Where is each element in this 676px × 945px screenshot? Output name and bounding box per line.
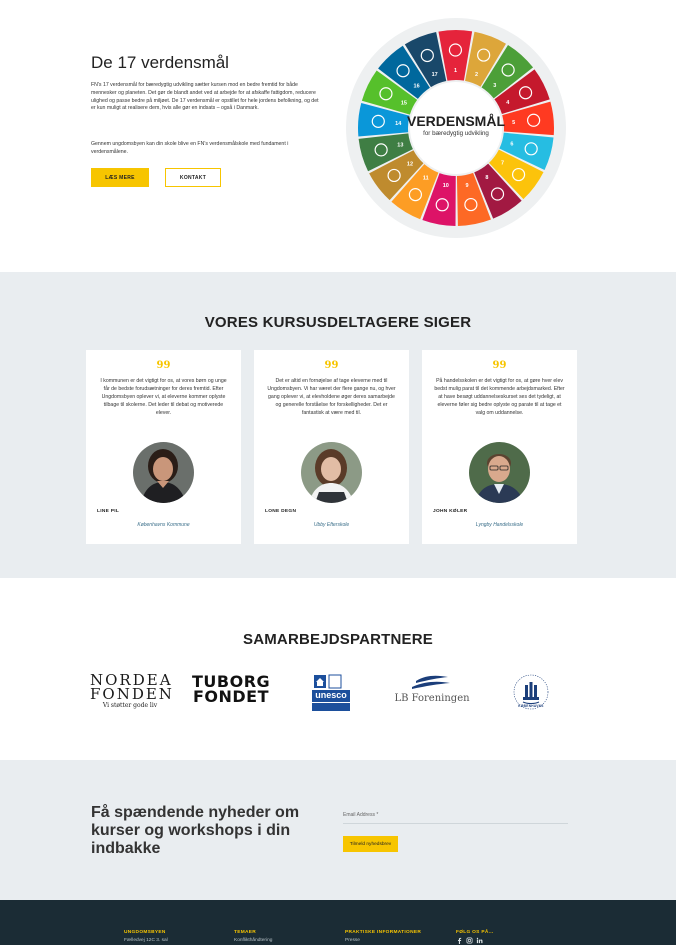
testimonial-org: Lyngby Handelsskole [475,522,524,528]
tuborg-line-2: FONDET [192,687,270,706]
hero-paragraph-1: FN's 17 verdensmål for bæredygtig udvikl… [91,82,319,112]
avatar [133,442,194,503]
partners-section: SAMARBEJDSPARTNERE NORDEA FONDEN Vi støt… [0,578,676,760]
sdg-number-16: 16 [414,83,420,89]
sdg-number-9: 9 [466,183,469,189]
unesco-text: unesco [315,690,347,700]
sdg-number-13: 13 [397,142,403,148]
footer-link-konflikthaandtering[interactable]: Konflikthåndtering [234,938,272,943]
lb-foreningen-logo[interactable]: LB Foreningen [392,675,472,709]
avatar [301,442,362,503]
testimonial-name: LINE PIL [97,509,120,514]
wheel-title: VERDENSMÅL [407,113,505,129]
kbh-text: KØBENHAVNS [518,704,544,708]
sdg-number-5: 5 [512,120,515,126]
sdg-number-3: 3 [493,83,496,89]
unesco-logo[interactable]: unesco [311,673,351,713]
sdg-number-8: 8 [485,175,488,181]
sdg-number-1: 1 [454,68,457,74]
quote-icon: 99 [324,360,339,371]
sdg-number-10: 10 [443,183,449,189]
sdg-number-7: 7 [501,161,504,167]
footer-heading-praktiske: PRAKTISKE INFORMATIONER [345,930,422,935]
email-field[interactable] [343,823,568,824]
sdg-number-2: 2 [475,72,478,78]
testimonial-name: LONE DEGN [265,509,297,514]
testimonial-org: Københavns Kommune [137,522,190,528]
newsletter-section: Få spændende nyheder om kurser og worksh… [0,760,676,900]
testimonial-card: 99 På handelsskolen er det vigtigt for o… [422,350,577,544]
partners-title: SAMARBEJDSPARTNERE [242,631,433,648]
testimonials-title: VORES KURSUSDELTAGERE SIGER [204,314,472,331]
footer-heading-ungdomsbyen: UNGDOMSBYEN [124,930,166,935]
footer-heading-follow: FØLG OS PÅ... [456,930,494,935]
kbh-logo[interactable]: KØBENHAVNS [512,673,550,711]
sdg-number-17: 17 [432,72,438,78]
email-label: Email Address * [343,812,379,818]
testimonial-text: I kommunen er det vigtigt for os, at vor… [100,378,227,417]
tuborg-fondet-logo[interactable]: TUBORG FONDET [192,674,270,706]
testimonial-text: Det er altid en fornøjelse af tage eleve… [267,378,396,417]
read-more-button[interactable]: LÆS MERE [91,168,149,187]
testimonial-name: JOHN KØLER [433,509,468,514]
sdg-number-11: 11 [423,176,429,182]
testimonials-section: VORES KURSUSDELTAGERE SIGER 99 I kommune… [0,272,676,578]
avatar [469,442,530,503]
testimonial-org: Ubby Efterskole [313,522,350,528]
social-icons [456,937,483,944]
instagram-icon[interactable] [466,937,473,944]
testimonial-card: 99 I kommunen er det vigtigt for os, at … [86,350,241,544]
footer-address: Fælledvej 12C 3. sal [124,938,168,943]
nordea-tagline: Vi støtter gode liv [102,702,158,709]
footer-link-presse[interactable]: Presse [345,938,360,943]
sdg-number-15: 15 [401,101,407,107]
testimonial-text: På handelsskolen er det vigtigt for os, … [434,378,565,417]
sdg-wheel: 1234567891011121314151617 VERDENSMÅL for… [346,18,566,238]
contact-button[interactable]: KONTAKT [165,168,221,187]
lb-text: LB Foreningen [394,693,470,704]
nordea-fonden-logo[interactable]: NORDEA FONDEN Vi støtter gode liv [90,673,174,710]
hero-section: De 17 verdensmål FN's 17 verdensmål for … [0,0,676,272]
testimonial-card: 99 Det er altid en fornøjelse af tage el… [254,350,409,544]
sdg-number-14: 14 [395,121,402,127]
subscribe-button[interactable]: Tilmeld nyhedsbrev [343,836,398,852]
wheel-subtitle: for bæredygtig udvikling [423,130,489,137]
sdg-number-12: 12 [407,161,413,167]
nordea-line-2: FONDEN [90,685,174,703]
newsletter-heading: Få spændende nyheder om kurser og worksh… [91,804,300,857]
sdg-number-6: 6 [510,141,513,147]
hero-paragraph-2: Gennem ungdomsbyen kan din skole blive e… [91,141,289,155]
linkedin-icon[interactable] [476,937,483,944]
facebook-icon[interactable] [456,937,463,944]
footer: UNGDOMSBYEN Fælledvej 12C 3. sal TEMAER … [0,900,676,945]
footer-heading-temaer: TEMAER [234,930,257,935]
quote-icon: 99 [492,360,507,371]
hero-title: De 17 verdensmål [91,53,229,72]
quote-icon: 99 [156,360,171,371]
